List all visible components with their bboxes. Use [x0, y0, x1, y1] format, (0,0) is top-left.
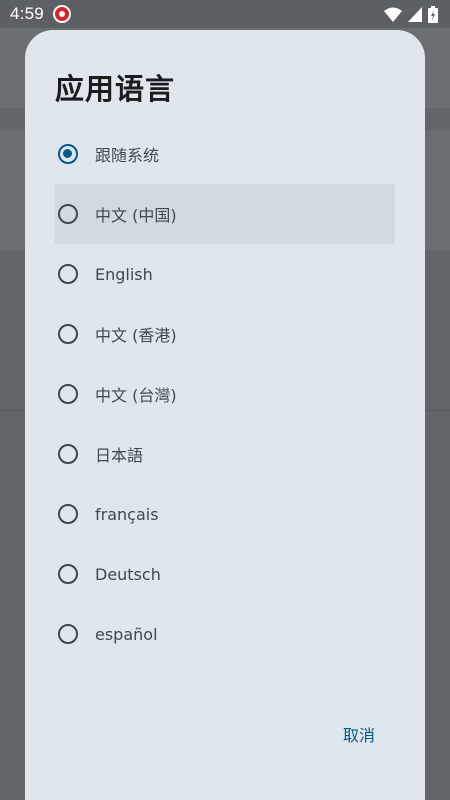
background-card-right	[425, 130, 450, 250]
language-option-list: 跟随系统 中文 (中国) English 中文 (香港) 中文 (台灣) 日本語…	[55, 124, 395, 664]
language-option-follow-system[interactable]: 跟随系统	[55, 124, 395, 184]
cell-signal-icon	[408, 6, 422, 22]
wifi-icon	[384, 7, 402, 22]
option-label: français	[95, 504, 159, 524]
radio-unselected-icon[interactable]	[58, 204, 78, 224]
radio-unselected-icon[interactable]	[58, 384, 78, 404]
radio-unselected-icon[interactable]	[58, 324, 78, 344]
option-label: 跟随系统	[95, 146, 160, 165]
language-option-zh-cn[interactable]: 中文 (中国)	[55, 184, 395, 244]
app-language-dialog: 应用语言 跟随系统 中文 (中国) English 中文 (香港) 中文 (台灣…	[25, 30, 425, 800]
radio-selected-icon[interactable]	[58, 144, 78, 164]
option-label: English	[95, 264, 153, 284]
radio-unselected-icon[interactable]	[58, 504, 78, 524]
language-option-french[interactable]: français	[55, 484, 395, 544]
language-option-english[interactable]: English	[55, 244, 395, 304]
option-label: Deutsch	[95, 564, 161, 584]
app-notification-icon	[53, 5, 71, 23]
radio-unselected-icon[interactable]	[58, 444, 78, 464]
cancel-button[interactable]: 取消	[343, 718, 375, 750]
language-option-zh-tw[interactable]: 中文 (台灣)	[55, 364, 395, 424]
language-option-japanese[interactable]: 日本語	[55, 424, 395, 484]
option-label: español	[95, 624, 158, 644]
status-icons	[384, 5, 438, 23]
dialog-title: 应用语言	[55, 72, 176, 106]
option-label: 中文 (台灣)	[95, 386, 177, 405]
radio-unselected-icon[interactable]	[58, 564, 78, 584]
radio-unselected-icon[interactable]	[58, 264, 78, 284]
language-option-zh-hk[interactable]: 中文 (香港)	[55, 304, 395, 364]
language-option-german[interactable]: Deutsch	[55, 544, 395, 604]
option-label: 中文 (中国)	[95, 206, 177, 225]
background-card-left	[0, 130, 25, 250]
status-time: 4:59	[10, 4, 44, 23]
option-label: 中文 (香港)	[95, 326, 177, 345]
option-label: 日本語	[95, 446, 144, 465]
language-option-spanish[interactable]: español	[55, 604, 395, 664]
status-bar: 4:59	[0, 0, 450, 28]
battery-icon	[428, 5, 438, 23]
radio-unselected-icon[interactable]	[58, 624, 78, 644]
